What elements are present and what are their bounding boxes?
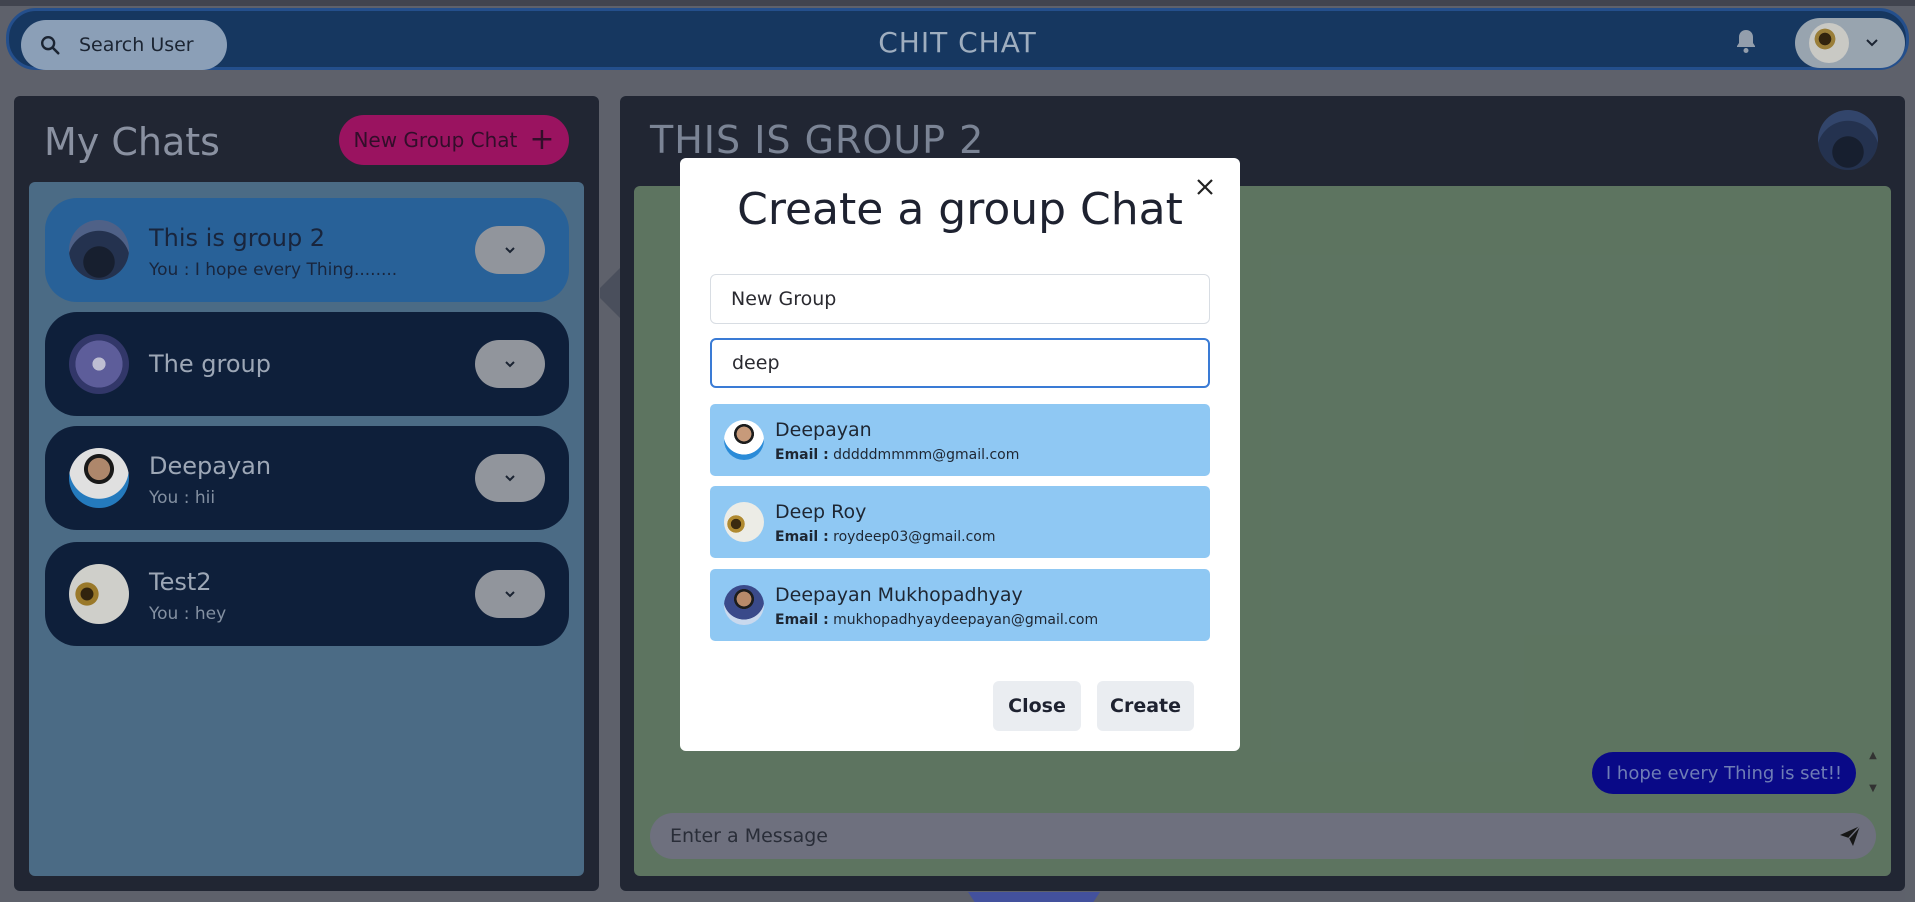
group-name-input[interactable] [710, 274, 1210, 324]
user-email: Email : mukhopadhyaydeepayan@gmail.com [775, 612, 1098, 628]
email-value: dddddmmmm@gmail.com [833, 447, 1020, 463]
avatar [724, 585, 764, 625]
create-button[interactable]: Create [1097, 681, 1194, 731]
user-email: Email : roydeep03@gmail.com [775, 529, 995, 545]
user-name: Deep Roy [775, 501, 867, 523]
email-value: roydeep03@gmail.com [833, 529, 996, 545]
user-result-item[interactable]: Deepayan Email : dddddmmmm@gmail.com [710, 404, 1210, 476]
avatar [724, 502, 764, 542]
modal-title: Create a group Chat [737, 184, 1183, 235]
email-value: mukhopadhyaydeepayan@gmail.com [833, 612, 1099, 628]
email-label: Email : [775, 447, 829, 463]
user-name: Deepayan [775, 419, 872, 441]
user-result-item[interactable]: Deepayan Mukhopadhyay Email : mukhopadhy… [710, 569, 1210, 641]
close-icon[interactable] [1194, 176, 1216, 198]
email-label: Email : [775, 529, 829, 545]
user-result-item[interactable]: Deep Roy Email : roydeep03@gmail.com [710, 486, 1210, 558]
email-label: Email : [775, 612, 829, 628]
close-button[interactable]: Close [993, 681, 1081, 731]
user-name: Deepayan Mukhopadhyay [775, 584, 1023, 606]
avatar [724, 420, 764, 460]
user-email: Email : dddddmmmm@gmail.com [775, 447, 1019, 463]
create-group-modal: Create a group Chat Deepayan Email : ddd… [680, 158, 1240, 751]
add-users-input[interactable] [710, 338, 1210, 388]
